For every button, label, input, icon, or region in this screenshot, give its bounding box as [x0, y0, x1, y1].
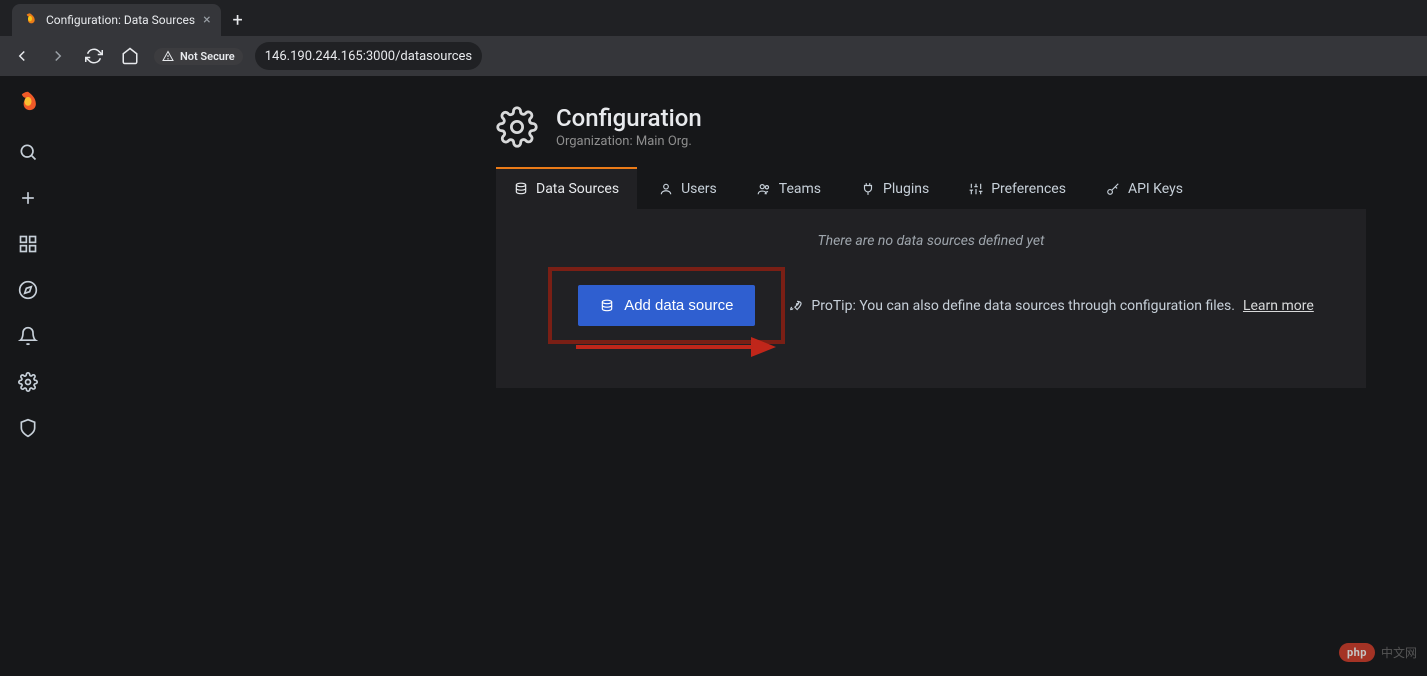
tab-data-sources[interactable]: Data Sources: [496, 167, 637, 209]
tab-label: Teams: [779, 181, 821, 197]
page-title: Configuration: [556, 104, 702, 132]
plug-icon: [861, 182, 875, 196]
sliders-icon: [969, 182, 983, 196]
address-bar: Not Secure 146.190.244.165:3000/datasour…: [0, 36, 1427, 76]
protip-row: ProTip: You can also define data sources…: [789, 298, 1313, 314]
url-text: 146.190.244.165:3000/datasources: [265, 49, 472, 64]
close-icon[interactable]: ×: [203, 12, 210, 28]
content-panel: There are no data sources defined yet Ad…: [496, 209, 1366, 388]
gear-icon: [496, 106, 538, 148]
user-icon: [659, 182, 673, 196]
create-icon[interactable]: [16, 186, 40, 210]
dashboards-icon[interactable]: [16, 232, 40, 256]
sidebar: [0, 76, 56, 676]
forward-button[interactable]: [46, 44, 70, 68]
tabs-row: Data Sources Users Teams Plugins Prefere…: [56, 167, 1427, 209]
tab-plugins[interactable]: Plugins: [843, 167, 947, 209]
tab-label: API Keys: [1128, 181, 1183, 197]
tab-label: Plugins: [883, 181, 929, 197]
tab-api-keys[interactable]: API Keys: [1088, 167, 1201, 209]
tab-label: Preferences: [991, 181, 1066, 197]
tab-label: Users: [681, 181, 717, 197]
not-secure-text: Not Secure: [180, 50, 235, 63]
home-button[interactable]: [118, 44, 142, 68]
empty-state-message: There are no data sources defined yet: [520, 233, 1342, 249]
grafana-favicon: [22, 12, 38, 28]
users-icon: [757, 182, 771, 196]
browser-tab[interactable]: Configuration: Data Sources ×: [12, 4, 221, 36]
watermark-pill: php: [1339, 643, 1375, 662]
key-icon: [1106, 182, 1120, 196]
reload-button[interactable]: [82, 44, 106, 68]
learn-more-link[interactable]: Learn more: [1243, 298, 1314, 314]
watermark: php 中文网: [1339, 643, 1417, 662]
page-subtitle: Organization: Main Org.: [556, 134, 702, 149]
configuration-icon[interactable]: [16, 370, 40, 394]
warning-icon: [162, 50, 174, 62]
page-header: Configuration Organization: Main Org.: [56, 76, 1427, 167]
search-icon[interactable]: [16, 140, 40, 164]
new-tab-button[interactable]: +: [221, 4, 255, 36]
protip-text: ProTip: You can also define data sources…: [811, 298, 1235, 314]
tab-users[interactable]: Users: [641, 167, 735, 209]
not-secure-badge[interactable]: Not Secure: [154, 48, 243, 65]
admin-icon[interactable]: [16, 416, 40, 440]
tab-title: Configuration: Data Sources: [46, 13, 195, 27]
url-field[interactable]: 146.190.244.165:3000/datasources: [255, 42, 482, 70]
tab-bar: Configuration: Data Sources × +: [0, 0, 1427, 36]
tab-label: Data Sources: [536, 181, 619, 197]
add-data-source-button[interactable]: Add data source: [578, 285, 755, 326]
main-content: Configuration Organization: Main Org. Da…: [56, 76, 1427, 676]
explore-icon[interactable]: [16, 278, 40, 302]
browser-chrome: Configuration: Data Sources × + Not Secu…: [0, 0, 1427, 76]
grafana-logo[interactable]: [14, 90, 42, 118]
app: Configuration Organization: Main Org. Da…: [0, 76, 1427, 676]
tab-preferences[interactable]: Preferences: [951, 167, 1084, 209]
database-icon: [600, 299, 614, 313]
annotation-highlight: Add data source: [548, 267, 785, 344]
add-button-label: Add data source: [624, 297, 733, 314]
watermark-text: 中文网: [1381, 644, 1417, 661]
alerting-icon[interactable]: [16, 324, 40, 348]
back-button[interactable]: [10, 44, 34, 68]
tab-teams[interactable]: Teams: [739, 167, 839, 209]
database-icon: [514, 182, 528, 196]
rocket-icon: [789, 299, 803, 313]
